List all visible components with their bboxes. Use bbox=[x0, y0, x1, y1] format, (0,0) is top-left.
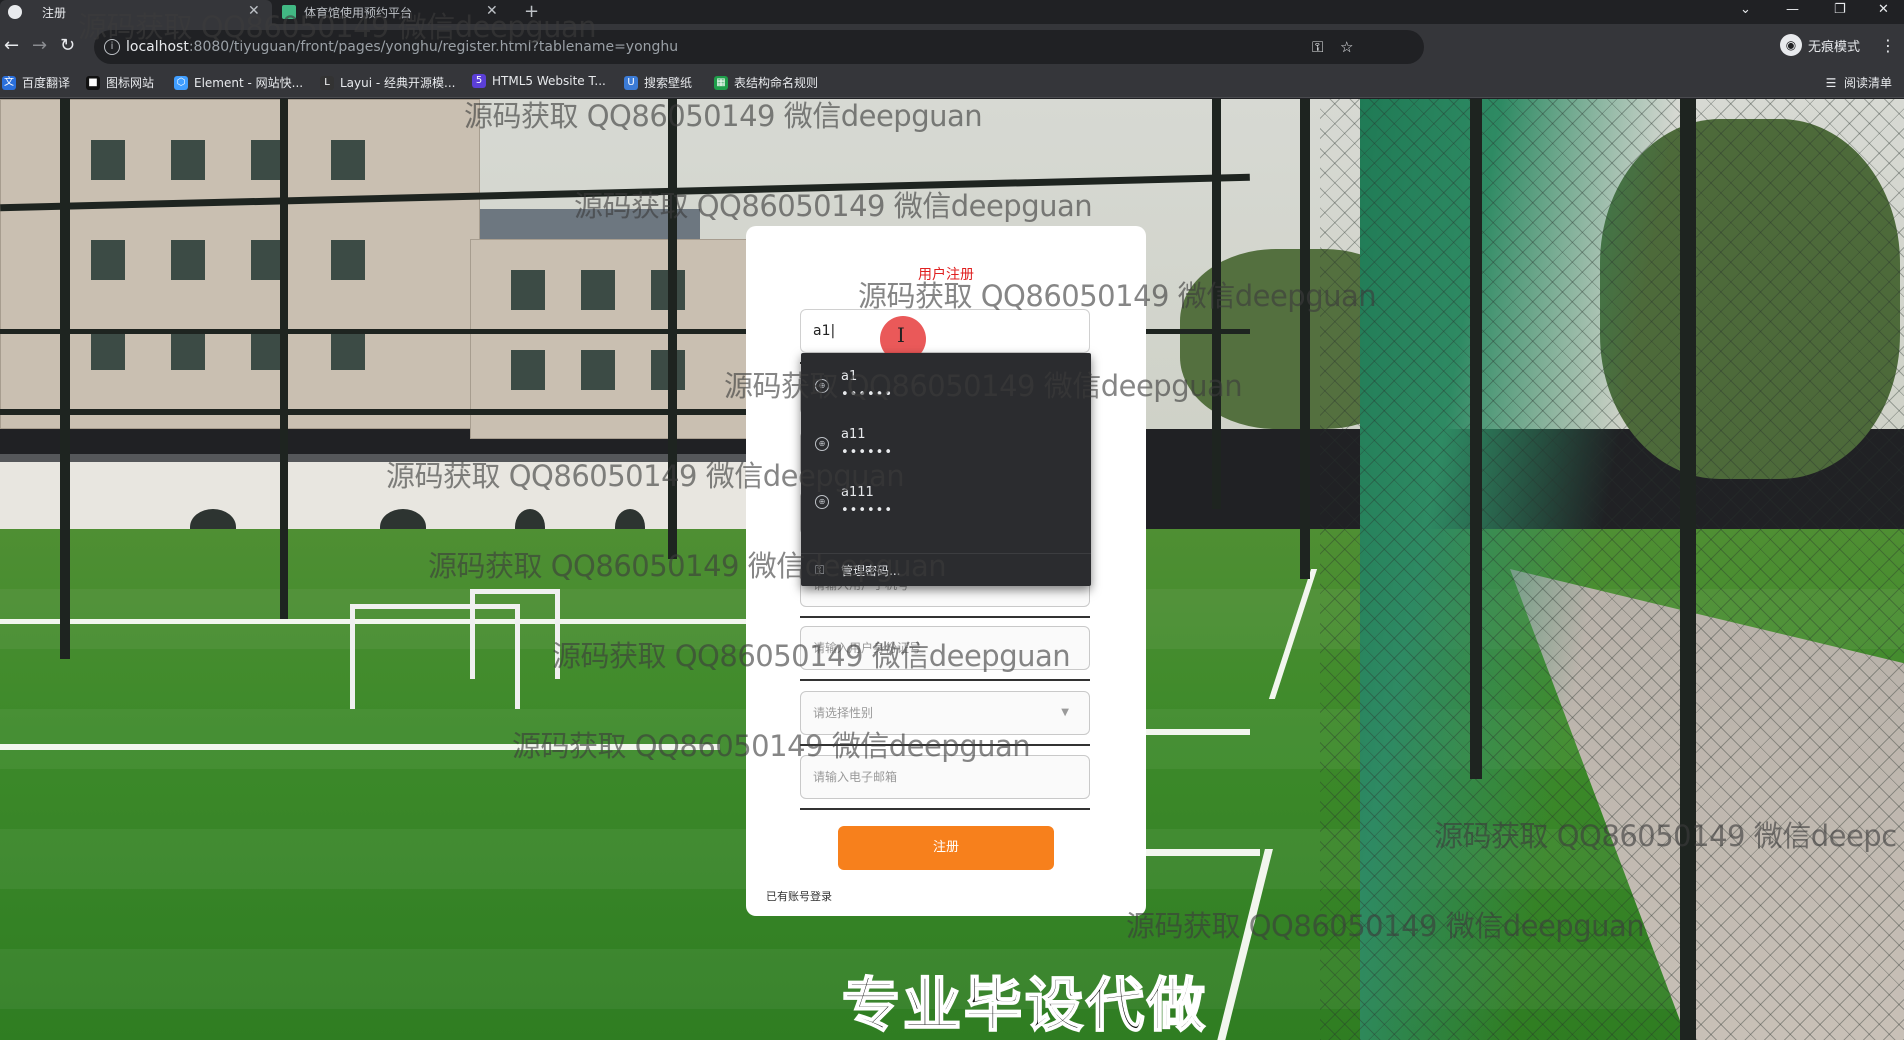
fence-pole bbox=[1680, 99, 1696, 1040]
background-building-left bbox=[0, 99, 480, 429]
field-divider bbox=[800, 616, 1090, 618]
watermark: 源码获取 QQ86050149 微信deepguan bbox=[574, 189, 1093, 223]
background-goal bbox=[470, 589, 560, 679]
username-value: a1 bbox=[813, 323, 831, 339]
globe-icon: ⊕ bbox=[815, 437, 829, 451]
tab-title: 注册 bbox=[42, 5, 67, 20]
tab-search-button[interactable]: ⌄ bbox=[1740, 0, 1751, 20]
watermark: 源码获取 QQ86050149 微信deepguan bbox=[1126, 909, 1645, 943]
wallpaper-icon: U bbox=[624, 75, 638, 90]
autofill-username: a11 bbox=[841, 427, 866, 442]
watermark: 源码获取 QQ86050149 微信deepguan bbox=[724, 369, 1243, 403]
folder-icon: ■ bbox=[86, 75, 100, 90]
minimize-button[interactable]: — bbox=[1786, 0, 1799, 20]
email-placeholder: 请输入电子邮箱 bbox=[813, 770, 898, 784]
menu-icon[interactable]: ⋮ bbox=[1880, 36, 1896, 55]
reading-list-button[interactable]: ☰ 阅读清单 bbox=[1824, 74, 1892, 91]
incognito-tab-icon bbox=[8, 5, 22, 19]
star-icon[interactable]: ☆ bbox=[1340, 38, 1353, 56]
autofill-password: •••••• bbox=[841, 503, 894, 518]
bookmark-label: 百度翻译 bbox=[22, 76, 71, 90]
username-input[interactable]: a1| bbox=[800, 309, 1090, 353]
watermark: 源码获取 QQ86050149 微信deepguan bbox=[512, 729, 1031, 763]
bookmark-element[interactable]: ⬡ Element - 网站快... bbox=[174, 74, 303, 91]
watermark: 源码获取 QQ86050149 微信deepguan bbox=[428, 549, 947, 583]
video-caption: 专业毕设代做 bbox=[841, 970, 1209, 1040]
bookmark-html5-templates[interactable]: 5 HTML5 Website T... bbox=[472, 74, 606, 88]
fence-pole bbox=[1300, 99, 1310, 579]
bookmark-icon-site[interactable]: ■ 图标网站 bbox=[86, 74, 154, 91]
bookmark-label: 表结构命名规则 bbox=[734, 76, 819, 90]
key-icon[interactable]: ⚿ bbox=[1312, 38, 1323, 56]
watermark: 源码获取 QQ86050149 微信deepguan bbox=[78, 10, 597, 44]
bookmark-naming-rules[interactable]: ▦ 表结构命名规则 bbox=[714, 74, 818, 91]
element-logo-icon: ⬡ bbox=[174, 75, 188, 90]
bookmark-label: Layui - 经典开源模... bbox=[340, 76, 456, 90]
bookmark-baidu-translate[interactable]: 文 百度翻译 bbox=[2, 74, 70, 91]
sheet-icon: ▦ bbox=[714, 75, 728, 90]
watermark: 源码获取 QQ86050149 微信deepguan bbox=[858, 279, 1377, 313]
gender-placeholder: 请选择性别 bbox=[813, 706, 874, 720]
field-divider bbox=[800, 808, 1090, 810]
chevron-down-icon: ▼ bbox=[1061, 707, 1069, 718]
watermark: 源码获取 QQ86050149 微信deepguan bbox=[552, 639, 1071, 673]
fence-pole bbox=[280, 99, 288, 619]
translate-icon: 文 bbox=[2, 75, 16, 90]
text-caret: | bbox=[830, 323, 836, 339]
watermark: 源码获取 QQ86050149 微信deepguan bbox=[464, 99, 983, 133]
reading-list-icon: ☰ bbox=[1825, 75, 1837, 90]
fence-pole bbox=[60, 99, 70, 659]
fence-rail bbox=[0, 409, 760, 415]
globe-icon: ⊕ bbox=[815, 495, 829, 509]
incognito-icon: ◉ bbox=[1780, 34, 1802, 56]
html5-logo-icon: 5 bbox=[472, 74, 486, 88]
reload-icon[interactable]: ↻ bbox=[60, 36, 75, 56]
back-arrow-icon[interactable]: ← bbox=[4, 36, 19, 56]
bookmark-layui[interactable]: L Layui - 经典开源模... bbox=[320, 74, 455, 91]
register-button[interactable]: 注册 bbox=[838, 826, 1054, 870]
incognito-indicator[interactable]: ◉ 无痕模式 bbox=[1780, 34, 1860, 56]
forward-arrow-icon[interactable]: → bbox=[32, 36, 47, 56]
bookmark-label: 搜索壁纸 bbox=[644, 76, 693, 90]
bookmark-wallpaper-search[interactable]: U 搜索壁纸 bbox=[624, 74, 692, 91]
text-cursor-icon: I bbox=[897, 323, 905, 347]
reading-list-label: 阅读清单 bbox=[1844, 76, 1893, 90]
background-fence-mesh bbox=[1320, 99, 1904, 1040]
watermark: 源码获取 QQ86050149 微信deepguan bbox=[386, 459, 905, 493]
fence-pole bbox=[1470, 99, 1482, 779]
incognito-label: 无痕模式 bbox=[1808, 39, 1861, 55]
bookmark-label: Element - 网站快... bbox=[194, 76, 304, 90]
watermark: 源码获取 QQ86050149 微信deepc bbox=[1434, 819, 1897, 853]
bookmark-label: 图标网站 bbox=[106, 76, 155, 90]
window-close-button[interactable]: ✕ bbox=[1878, 0, 1889, 20]
restore-button[interactable]: ❐ bbox=[1834, 0, 1846, 20]
login-link[interactable]: 已有账号登录 bbox=[766, 888, 832, 904]
bookmark-label: HTML5 Website T... bbox=[492, 74, 606, 88]
layui-logo-icon: L bbox=[320, 75, 334, 90]
field-divider bbox=[800, 679, 1090, 681]
